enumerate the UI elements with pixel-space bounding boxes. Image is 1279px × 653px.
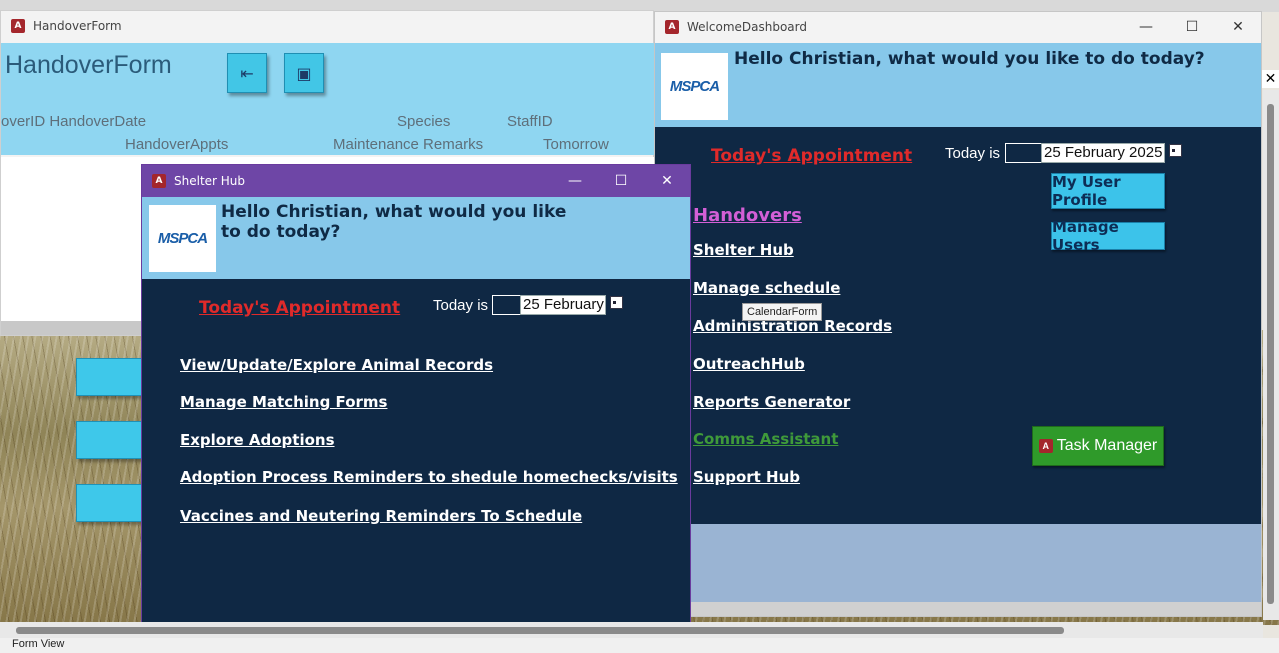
handover-window-title: HandoverForm bbox=[33, 19, 122, 33]
date-field[interactable]: 25 February 2025 bbox=[1041, 143, 1165, 163]
back-button[interactable]: ⇤ bbox=[227, 53, 267, 93]
welcome-dashboard-window: A WelcomeDashboard — ☐ ✕ MSPCA Hello Chr… bbox=[654, 11, 1262, 617]
save-button[interactable]: ▣ bbox=[284, 53, 324, 93]
shelter-hub-link[interactable]: Shelter Hub bbox=[693, 241, 794, 259]
access-app-icon: A bbox=[11, 19, 25, 33]
access-app-icon: A bbox=[152, 174, 166, 188]
handover-form-title: HandoverForm bbox=[5, 51, 172, 79]
access-app-icon: A bbox=[1038, 439, 1053, 453]
column-header-staffid: StaffID bbox=[507, 113, 553, 130]
todays-appointment-link[interactable]: Today's Appointment bbox=[711, 146, 912, 166]
welcome-scrollbar[interactable] bbox=[691, 602, 1261, 616]
handover-titlebar[interactable]: A HandoverForm bbox=[1, 11, 653, 41]
hub-header: MSPCA Hello Christian, what would you li… bbox=[142, 197, 690, 279]
column-header-species: Species bbox=[397, 113, 451, 130]
back-arrow-icon: ⇤ bbox=[240, 63, 254, 83]
today-is-label: Today is bbox=[945, 145, 1001, 162]
minimize-icon[interactable]: — bbox=[1123, 12, 1169, 42]
close-icon[interactable]: ✕ bbox=[644, 165, 690, 197]
background-tile-button[interactable] bbox=[76, 484, 148, 522]
calendarform-tooltip: CalendarForm bbox=[742, 303, 823, 321]
matching-forms-link[interactable]: Manage Matching Forms bbox=[180, 393, 387, 411]
maximize-icon[interactable]: ☐ bbox=[1169, 12, 1215, 42]
hub-window-title: Shelter Hub bbox=[174, 174, 246, 188]
handover-header-section: HandoverForm ⇤ ▣ overID HandoverDate Spe… bbox=[1, 43, 655, 155]
reports-generator-link[interactable]: Reports Generator bbox=[693, 393, 850, 411]
column-header-tomorrow: Tomorrow bbox=[543, 136, 609, 153]
task-manager-button[interactable]: A Task Manager bbox=[1032, 426, 1164, 466]
mspca-logo: MSPCA bbox=[661, 53, 728, 120]
status-bar: Form View bbox=[0, 638, 1279, 653]
outer-close-icon[interactable]: ✕ bbox=[1262, 70, 1279, 88]
manage-users-button[interactable]: Manage Users bbox=[1051, 218, 1165, 254]
background-tile-button[interactable] bbox=[76, 358, 148, 396]
adoption-reminders-link[interactable]: Adoption Process Reminders to shedule ho… bbox=[180, 468, 678, 486]
column-header-handover-id-date: overID HandoverDate bbox=[1, 113, 147, 130]
welcome-window-title: WelcomeDashboard bbox=[687, 20, 807, 34]
calendar-icon[interactable] bbox=[1169, 144, 1182, 157]
explore-adoptions-link[interactable]: Explore Adoptions bbox=[180, 431, 335, 449]
access-app-icon: A bbox=[665, 20, 679, 34]
horizontal-scrollbar[interactable] bbox=[0, 622, 1263, 638]
calendar-icon[interactable] bbox=[610, 296, 623, 309]
hub-greeting: Hello Christian, what would you like to … bbox=[221, 202, 567, 242]
task-manager-label: Task Manager bbox=[1056, 437, 1158, 454]
vertical-scrollbar[interactable] bbox=[1263, 90, 1279, 620]
welcome-main-panel: Today's Appointment Today is 25 February… bbox=[655, 127, 1261, 524]
welcome-footer bbox=[655, 524, 1261, 602]
date-prefix-box bbox=[492, 295, 522, 315]
background-tile-button[interactable] bbox=[76, 421, 148, 459]
mspca-logo: MSPCA bbox=[149, 205, 216, 272]
my-user-profile-button[interactable]: My User Profile bbox=[1051, 173, 1165, 209]
save-disk-icon: ▣ bbox=[296, 63, 312, 83]
todays-appointment-link[interactable]: Today's Appointment bbox=[199, 298, 400, 318]
minimize-icon[interactable]: — bbox=[552, 165, 598, 197]
column-header-maintenance-remarks: Maintenance Remarks bbox=[333, 136, 484, 153]
welcome-greeting: Hello Christian, what would you like to … bbox=[734, 49, 1205, 69]
maximize-icon[interactable]: ☐ bbox=[598, 165, 644, 197]
outreach-hub-link[interactable]: OutreachHub bbox=[693, 355, 805, 373]
shelter-hub-window: A Shelter Hub — ☐ ✕ MSPCA Hello Christia… bbox=[141, 164, 691, 653]
horizontal-scroll-thumb[interactable] bbox=[16, 627, 1064, 634]
handovers-link[interactable]: Handovers bbox=[693, 205, 802, 226]
vaccine-reminders-link[interactable]: Vaccines and Neutering Reminders To Sche… bbox=[180, 507, 582, 525]
support-hub-link[interactable]: Support Hub bbox=[693, 468, 800, 486]
today-is-label: Today is bbox=[433, 297, 489, 314]
date-prefix-box bbox=[1005, 143, 1043, 163]
vertical-scroll-thumb[interactable] bbox=[1267, 104, 1274, 604]
date-field[interactable]: 25 February bbox=[520, 295, 606, 315]
welcome-header: MSPCA Hello Christian, what would you li… bbox=[655, 43, 1261, 127]
welcome-titlebar[interactable]: A WelcomeDashboard — ☐ ✕ bbox=[655, 12, 1261, 42]
status-text: Form View bbox=[12, 638, 65, 650]
animal-records-link[interactable]: View/Update/Explore Animal Records bbox=[180, 356, 493, 374]
manage-schedule-link[interactable]: Manage schedule bbox=[693, 279, 840, 297]
hub-titlebar[interactable]: A Shelter Hub — ☐ ✕ bbox=[142, 165, 690, 197]
column-header-handoverappts: HandoverAppts bbox=[125, 136, 229, 153]
close-icon[interactable]: ✕ bbox=[1215, 12, 1261, 42]
comms-assistant-link[interactable]: Comms Assistant bbox=[693, 430, 838, 448]
